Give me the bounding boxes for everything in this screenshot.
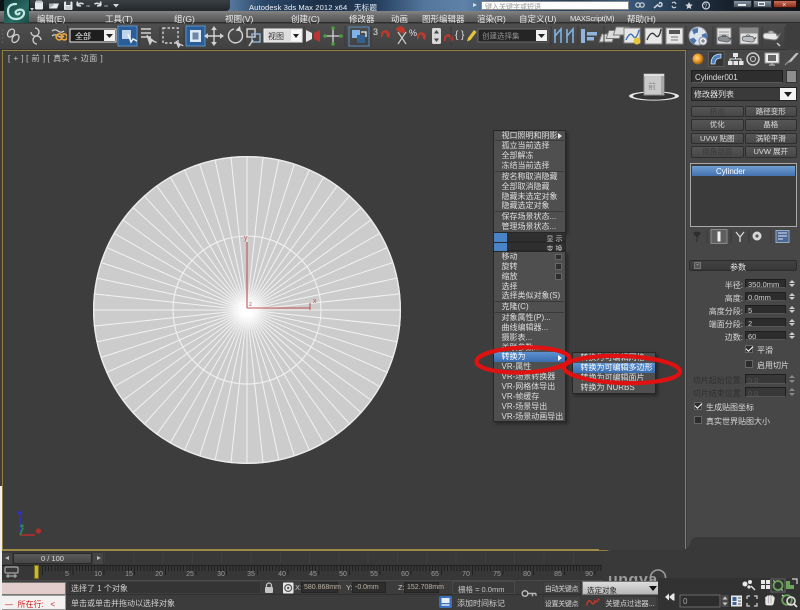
svg-text:y: y	[244, 235, 248, 242]
svg-text:{: {	[455, 30, 459, 41]
svg-text:x: x	[313, 298, 317, 305]
svg-text:前: 前	[648, 81, 656, 92]
svg-text:视图: 视图	[268, 31, 284, 42]
svg-text:3: 3	[373, 27, 378, 37]
svg-text:}: }	[461, 30, 465, 41]
svg-text:创建选择集: 创建选择集	[482, 31, 520, 42]
svg-text:0: 0	[683, 597, 688, 606]
svg-text:%: %	[409, 28, 417, 38]
svg-text:z: z	[249, 302, 252, 308]
svg-text:全部: 全部	[75, 31, 91, 42]
